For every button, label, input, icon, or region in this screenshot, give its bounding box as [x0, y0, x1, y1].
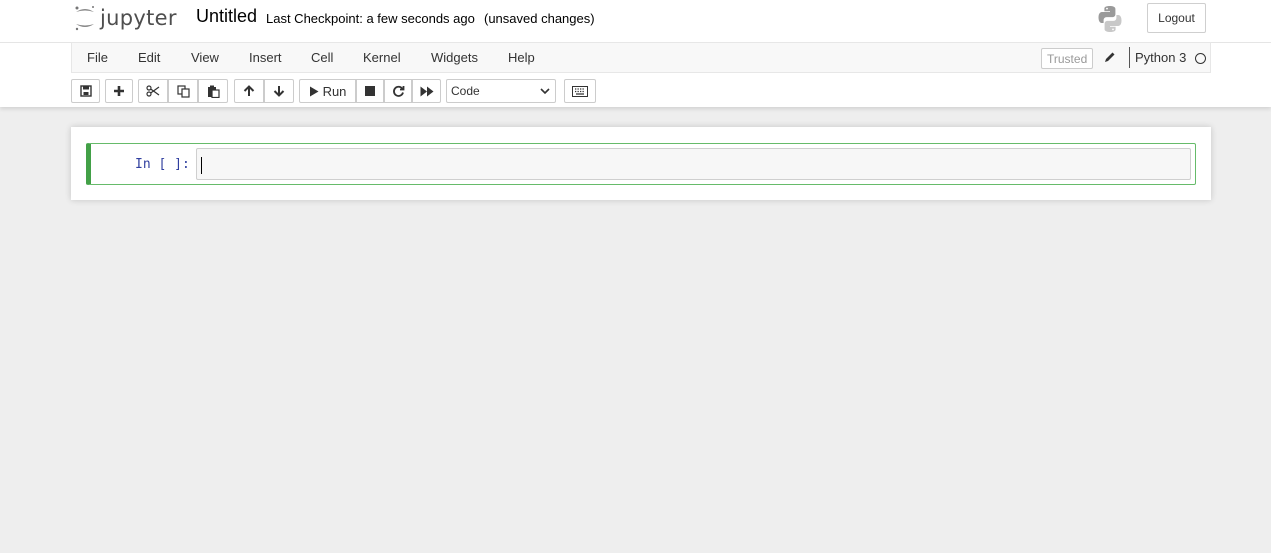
restart-run-all-button[interactable]: [412, 79, 441, 103]
edit-mode-pencil-icon: [1104, 51, 1116, 66]
run-label: Run: [322, 83, 347, 99]
menu-help[interactable]: Help: [508, 50, 535, 65]
jupyter-logo-icon: [75, 6, 94, 31]
menu-insert[interactable]: Insert: [249, 50, 282, 65]
menu-widgets[interactable]: Widgets: [431, 50, 478, 65]
arrow-up-icon: [243, 85, 255, 96]
copy-icon: [176, 84, 190, 98]
restart-kernel-button[interactable]: [384, 79, 412, 103]
play-icon: [309, 86, 319, 96]
plus-icon: [114, 86, 124, 96]
cut-cell-button[interactable]: [138, 79, 168, 103]
cut-icon: [146, 85, 160, 97]
kernel-separator: [1129, 47, 1130, 68]
move-up-button[interactable]: [234, 79, 264, 103]
cell-input-editor[interactable]: [196, 148, 1191, 180]
chevron-down-icon: [540, 88, 550, 95]
cell-type-select[interactable]: Code: [446, 79, 556, 103]
cell-type-value: Code: [451, 84, 480, 98]
code-cell[interactable]: In [ ]:: [86, 143, 1196, 185]
autosave-status: (unsaved changes): [484, 11, 595, 26]
menu-cell[interactable]: Cell: [311, 50, 333, 65]
input-prompt: In [ ]:: [135, 157, 190, 172]
notebook-title[interactable]: Untitled: [196, 6, 257, 27]
menu-file[interactable]: File: [87, 50, 108, 65]
interrupt-kernel-button[interactable]: [356, 79, 384, 103]
copy-cell-button[interactable]: [168, 79, 198, 103]
keyboard-icon: [572, 85, 588, 97]
restart-icon: [392, 85, 404, 97]
text-cursor: [201, 157, 202, 174]
kernel-name: Python 3: [1135, 50, 1187, 65]
move-down-button[interactable]: [264, 79, 294, 103]
checkpoint-status: Last Checkpoint: a few seconds ago: [266, 11, 475, 26]
save-button[interactable]: [71, 79, 100, 103]
menu-kernel[interactable]: Kernel: [363, 50, 401, 65]
stop-icon: [365, 86, 375, 96]
paste-icon: [207, 85, 220, 98]
paste-cell-button[interactable]: [198, 79, 228, 103]
fast-forward-icon: [420, 86, 433, 96]
notebook-container: In [ ]:: [71, 127, 1211, 200]
run-button[interactable]: Run: [299, 79, 356, 103]
menu-edit[interactable]: Edit: [138, 50, 160, 65]
trusted-indicator[interactable]: Trusted: [1041, 48, 1094, 69]
command-palette-button[interactable]: [564, 79, 596, 103]
kernel-idle-icon: [1195, 53, 1206, 64]
logo-text: jupyter: [100, 6, 177, 30]
arrow-down-icon: [273, 86, 285, 97]
python-logo-icon: [1095, 4, 1125, 39]
menubar: File Edit View Insert Cell Kernel Widget…: [71, 42, 1211, 73]
insert-cell-button[interactable]: [105, 79, 133, 103]
menu-view[interactable]: View: [191, 50, 219, 65]
jupyter-logo[interactable]: jupyter: [74, 3, 177, 33]
save-icon: [79, 85, 92, 97]
logout-button[interactable]: Logout: [1147, 3, 1206, 33]
